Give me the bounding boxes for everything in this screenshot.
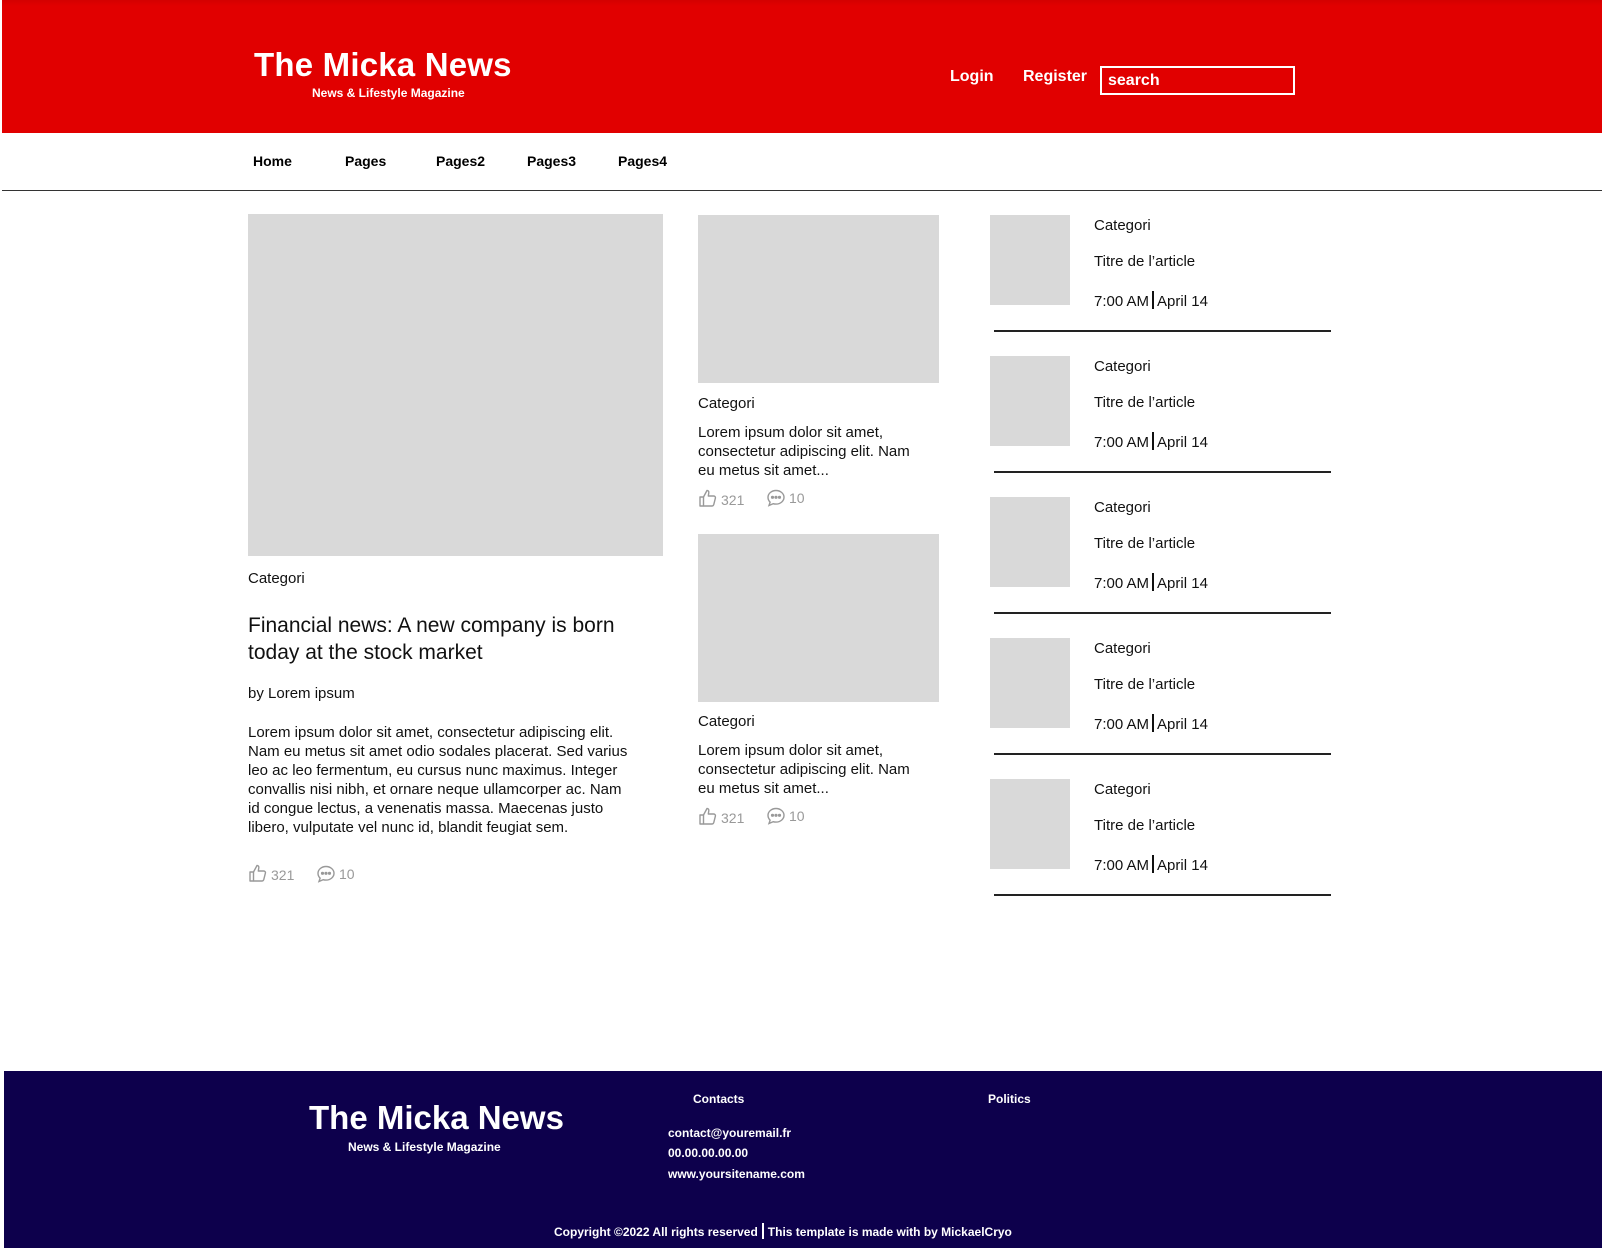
featured-category[interactable]: Categori: [248, 570, 305, 587]
footer-tagline: News & Lifestyle Magazine: [348, 1140, 501, 1154]
nav-item-pages3[interactable]: Pages3: [527, 153, 576, 169]
featured-body: Lorem ipsum dolor sit amet, consectetur …: [248, 724, 628, 836]
thumbs-up-icon: [698, 806, 718, 826]
sidebar-article-category[interactable]: Categori: [1094, 358, 1151, 375]
nav-item-pages2[interactable]: Pages2: [436, 153, 485, 169]
middle-comment-button[interactable]: 10: [766, 488, 805, 508]
footer-logo-title[interactable]: The Micka News: [309, 1099, 564, 1137]
sidebar-article-timestamp: 7:00 AM April 14: [1094, 432, 1208, 451]
comment-bubble-icon: [316, 864, 336, 884]
featured-byline: by Lorem ipsum: [248, 685, 355, 702]
featured-headline[interactable]: Financial news: A new company is born to…: [248, 612, 668, 666]
sidebar-article-thumbnail[interactable]: [990, 215, 1070, 305]
middle-comment-count: 10: [789, 808, 805, 824]
middle-like-count: 321: [721, 810, 745, 826]
middle-article-category[interactable]: Categori: [698, 713, 755, 730]
sidebar-article-category[interactable]: Categori: [1094, 217, 1151, 234]
site-tagline: News & Lifestyle Magazine: [312, 86, 465, 100]
footer-phone: 00.00.00.00.00: [668, 1146, 749, 1160]
featured-like-count: 321: [271, 867, 295, 883]
middle-article-snippet[interactable]: Lorem ipsum dolor sit amet, consectetur …: [698, 741, 913, 798]
footer-copyright: Copyright ©2022 All rights reserved This …: [554, 1223, 1012, 1239]
nav-item-home[interactable]: Home: [253, 153, 292, 169]
middle-like-count: 321: [721, 492, 745, 508]
site-footer: The Micka News News & Lifestyle Magazine…: [4, 1071, 1602, 1248]
sidebar-article-title[interactable]: Titre de l’article: [1094, 394, 1195, 411]
sidebar-article-title[interactable]: Titre de l’article: [1094, 676, 1195, 693]
sidebar-divider: [994, 612, 1331, 614]
featured-article-image[interactable]: [248, 214, 663, 556]
sidebar-article-title[interactable]: Titre de l’article: [1094, 535, 1195, 552]
middle-like-button[interactable]: 321: [698, 805, 744, 826]
site-logo-title[interactable]: The Micka News: [254, 46, 512, 84]
middle-comment-button[interactable]: 10: [766, 806, 805, 826]
nav-item-pages[interactable]: Pages: [345, 153, 386, 169]
sidebar-divider: [994, 471, 1331, 473]
thumbs-up-icon: [698, 488, 718, 508]
sidebar-article-thumbnail[interactable]: [990, 638, 1070, 728]
sidebar-article-category[interactable]: Categori: [1094, 499, 1151, 516]
featured-like-button[interactable]: 321: [248, 862, 294, 883]
login-link[interactable]: Login: [950, 68, 994, 86]
sidebar-article-timestamp: 7:00 AM April 14: [1094, 714, 1208, 733]
sidebar-divider: [994, 753, 1331, 755]
sidebar-divider: [994, 330, 1331, 332]
middle-article-image[interactable]: [698, 534, 939, 702]
sidebar-article-timestamp: 7:00 AM April 14: [1094, 855, 1208, 874]
nav-item-pages4[interactable]: Pages4: [618, 153, 667, 169]
sidebar-article-category[interactable]: Categori: [1094, 640, 1151, 657]
middle-like-button[interactable]: 321: [698, 487, 744, 508]
sidebar-article-category[interactable]: Categori: [1094, 781, 1151, 798]
sidebar-article-title[interactable]: Titre de l’article: [1094, 253, 1195, 270]
footer-credit: This template is made with by MickaelCry…: [767, 1225, 1012, 1239]
featured-comment-count: 10: [339, 866, 355, 882]
register-link[interactable]: Register: [1023, 68, 1087, 86]
comment-bubble-icon: [766, 488, 786, 508]
comment-bubble-icon: [766, 806, 786, 826]
footer-contacts-heading: Contacts: [693, 1092, 745, 1106]
middle-comment-count: 10: [789, 490, 805, 506]
footer-politics-heading[interactable]: Politics: [988, 1092, 1031, 1106]
middle-article-snippet[interactable]: Lorem ipsum dolor sit amet, consectetur …: [698, 423, 913, 480]
sidebar-divider: [994, 894, 1331, 896]
sidebar-article-timestamp: 7:00 AM April 14: [1094, 573, 1208, 592]
sidebar-article-title[interactable]: Titre de l’article: [1094, 817, 1195, 834]
sidebar-article-timestamp: 7:00 AM April 14: [1094, 291, 1208, 310]
thumbs-up-icon: [248, 863, 268, 883]
main-nav: Home Pages Pages2 Pages3 Pages4: [2, 133, 1602, 191]
featured-comment-button[interactable]: 10: [316, 864, 355, 884]
site-header: The Micka News News & Lifestyle Magazine…: [2, 0, 1602, 133]
sidebar-article-thumbnail[interactable]: [990, 497, 1070, 587]
footer-website-link[interactable]: www.yoursitename.com: [668, 1167, 805, 1181]
sidebar-article-thumbnail[interactable]: [990, 779, 1070, 869]
middle-article-category[interactable]: Categori: [698, 395, 755, 412]
search-input[interactable]: [1100, 66, 1295, 95]
middle-article-image[interactable]: [698, 215, 939, 383]
sidebar-article-thumbnail[interactable]: [990, 356, 1070, 446]
footer-email-link[interactable]: contact@youremail.fr: [668, 1126, 791, 1140]
